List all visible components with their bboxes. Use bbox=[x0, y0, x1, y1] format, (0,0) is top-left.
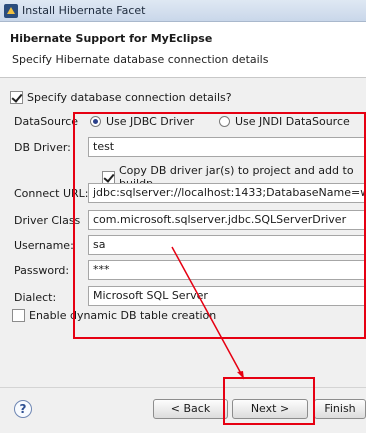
specify-details-label: Specify database connection details? bbox=[27, 91, 232, 104]
back-button[interactable]: < Back bbox=[153, 399, 228, 419]
help-icon[interactable]: ? bbox=[14, 400, 32, 418]
driver-class-label: Driver Class bbox=[14, 214, 81, 227]
page-title: Hibernate Support for MyEclipse bbox=[10, 32, 213, 45]
next-button-highlight bbox=[223, 377, 315, 425]
db-driver-label: DB Driver: bbox=[14, 141, 71, 154]
page-description: Specify Hibernate database connection de… bbox=[12, 53, 269, 66]
dynamic-tables-checkbox[interactable] bbox=[12, 309, 25, 322]
specify-details-checkbox[interactable] bbox=[10, 91, 23, 104]
password-label: Password: bbox=[14, 264, 70, 277]
connection-details-highlight bbox=[73, 112, 366, 339]
window-title: Install Hibernate Facet bbox=[22, 4, 146, 17]
specify-details-option[interactable]: Specify database connection details? bbox=[10, 91, 232, 104]
title-bar: Install Hibernate Facet bbox=[0, 0, 366, 22]
finish-button[interactable]: Finish bbox=[314, 399, 366, 419]
datasource-label: DataSource bbox=[14, 115, 79, 128]
wizard-banner: Hibernate Support for MyEclipse Specify … bbox=[0, 22, 366, 78]
username-label: Username: bbox=[14, 239, 74, 252]
dialect-label: Dialect: bbox=[14, 291, 57, 304]
app-icon bbox=[4, 4, 18, 18]
